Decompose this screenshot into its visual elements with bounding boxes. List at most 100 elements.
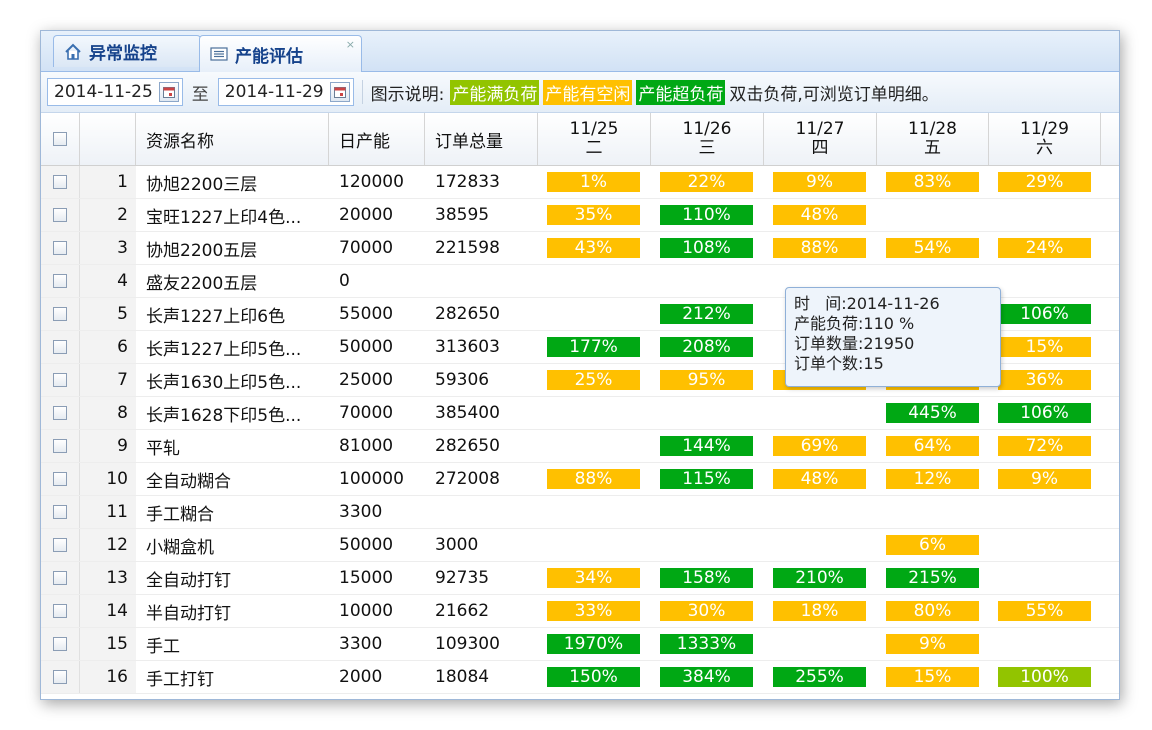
load-bar[interactable]: 34% <box>547 568 640 588</box>
load-cell[interactable]: 95% <box>651 364 764 396</box>
row-checkbox[interactable] <box>53 505 67 519</box>
load-bar[interactable]: 210% <box>773 568 866 588</box>
load-bar[interactable]: 150% <box>547 667 640 687</box>
load-bar[interactable]: 1333% <box>660 634 753 654</box>
load-bar[interactable]: 1970% <box>547 634 640 654</box>
row-checkbox-cell[interactable] <box>41 529 80 561</box>
load-bar[interactable]: 100% <box>998 667 1091 687</box>
load-cell[interactable]: 445% <box>877 397 989 429</box>
load-bar[interactable]: 83% <box>886 172 979 192</box>
load-cell[interactable]: 43% <box>538 232 651 264</box>
load-cell[interactable]: 208% <box>651 331 764 363</box>
load-bar[interactable]: 9% <box>773 172 866 192</box>
load-cell[interactable]: 144% <box>651 430 764 462</box>
col-header-day-3[interactable]: 11/27 四 <box>764 113 877 165</box>
load-cell[interactable]: 106% <box>989 397 1101 429</box>
load-bar[interactable]: 95% <box>660 370 753 390</box>
table-row[interactable]: 10 全自动糊合 100000 272008 88% 115% 48% 12% 9% <box>41 463 1119 496</box>
load-cell[interactable]: 80% <box>877 595 989 627</box>
table-row[interactable]: 13 全自动打钉 15000 92735 34% 158% 210% 215% <box>41 562 1119 595</box>
row-checkbox-cell[interactable] <box>41 331 80 363</box>
load-cell[interactable]: 33% <box>538 595 651 627</box>
load-bar[interactable]: 64% <box>886 436 979 456</box>
load-cell[interactable]: 83% <box>877 166 989 198</box>
col-header-daily-capacity[interactable]: 日产能 <box>329 113 425 165</box>
row-checkbox[interactable] <box>53 637 67 651</box>
load-cell[interactable]: 6% <box>877 529 989 561</box>
load-cell[interactable]: 384% <box>651 661 764 693</box>
table-row[interactable]: 3 协旭2200五层 70000 221598 43% 108% 88% 54% 24% <box>41 232 1119 265</box>
load-cell[interactable]: 1% <box>538 166 651 198</box>
table-row[interactable]: 12 小糊盒机 50000 3000 6% <box>41 529 1119 562</box>
load-bar[interactable]: 35% <box>547 205 640 225</box>
row-checkbox[interactable] <box>53 340 67 354</box>
table-row[interactable]: 2 宝旺1227上印4色... 20000 38595 35% 110% 48% <box>41 199 1119 232</box>
load-cell[interactable]: 158% <box>651 562 764 594</box>
table-row[interactable]: 8 长声1628下印5色... 70000 385400 445% 106% <box>41 397 1119 430</box>
load-bar[interactable]: 72% <box>998 436 1091 456</box>
load-bar[interactable]: 88% <box>773 238 866 258</box>
load-cell[interactable]: 15% <box>877 661 989 693</box>
row-checkbox[interactable] <box>53 472 67 486</box>
load-bar[interactable]: 36% <box>998 370 1091 390</box>
load-cell[interactable]: 210% <box>764 562 877 594</box>
load-cell[interactable]: 55% <box>989 595 1101 627</box>
load-bar[interactable]: 55% <box>998 601 1091 621</box>
row-checkbox[interactable] <box>53 307 67 321</box>
load-bar[interactable]: 18% <box>773 601 866 621</box>
load-bar[interactable]: 1% <box>547 172 640 192</box>
load-cell[interactable]: 36% <box>989 364 1101 396</box>
row-checkbox[interactable] <box>53 604 67 618</box>
load-cell[interactable]: 69% <box>764 430 877 462</box>
load-cell[interactable]: 88% <box>764 232 877 264</box>
load-cell[interactable]: 35% <box>538 199 651 231</box>
row-checkbox[interactable] <box>53 670 67 684</box>
table-row[interactable]: 15 手工 3300 109300 1970% 1333% 9% <box>41 628 1119 661</box>
load-bar[interactable]: 69% <box>773 436 866 456</box>
row-checkbox[interactable] <box>53 538 67 552</box>
load-bar[interactable]: 48% <box>773 205 866 225</box>
table-row[interactable]: 14 半自动打钉 10000 21662 33% 30% 18% 80% 55% <box>41 595 1119 628</box>
load-cell[interactable]: 108% <box>651 232 764 264</box>
load-bar[interactable]: 9% <box>886 634 979 654</box>
row-checkbox[interactable] <box>53 373 67 387</box>
load-bar[interactable]: 48% <box>773 469 866 489</box>
row-checkbox[interactable] <box>53 406 67 420</box>
load-cell[interactable]: 1970% <box>538 628 651 660</box>
load-bar[interactable]: 108% <box>660 238 753 258</box>
load-bar[interactable]: 22% <box>660 172 753 192</box>
load-cell[interactable]: 150% <box>538 661 651 693</box>
calendar-icon[interactable] <box>158 82 179 102</box>
load-bar[interactable]: 43% <box>547 238 640 258</box>
row-checkbox[interactable] <box>53 241 67 255</box>
load-cell[interactable]: 48% <box>764 463 877 495</box>
col-header-day-2[interactable]: 11/26 三 <box>651 113 764 165</box>
load-cell[interactable]: 54% <box>877 232 989 264</box>
load-cell[interactable]: 22% <box>651 166 764 198</box>
load-bar[interactable]: 54% <box>886 238 979 258</box>
load-cell[interactable]: 12% <box>877 463 989 495</box>
load-bar[interactable]: 6% <box>886 535 979 555</box>
row-checkbox-cell[interactable] <box>41 562 80 594</box>
row-checkbox-cell[interactable] <box>41 430 80 462</box>
row-checkbox-cell[interactable] <box>41 298 80 330</box>
load-bar[interactable]: 445% <box>886 403 979 423</box>
start-date-field[interactable]: 2014-11-25 <box>47 78 183 106</box>
row-checkbox[interactable] <box>53 175 67 189</box>
load-bar[interactable]: 80% <box>886 601 979 621</box>
load-cell[interactable]: 9% <box>989 463 1101 495</box>
load-bar[interactable]: 88% <box>547 469 640 489</box>
load-bar[interactable]: 158% <box>660 568 753 588</box>
load-bar[interactable]: 212% <box>660 304 753 324</box>
load-cell[interactable]: 25% <box>538 364 651 396</box>
load-cell[interactable]: 106% <box>989 298 1101 330</box>
row-checkbox-cell[interactable] <box>41 595 80 627</box>
row-checkbox-cell[interactable] <box>41 166 80 198</box>
load-cell[interactable]: 15% <box>989 331 1101 363</box>
col-header-day-1[interactable]: 11/25 二 <box>538 113 651 165</box>
load-cell[interactable]: 18% <box>764 595 877 627</box>
close-icon[interactable]: × <box>346 38 355 51</box>
load-cell[interactable]: 30% <box>651 595 764 627</box>
load-cell[interactable]: 115% <box>651 463 764 495</box>
row-checkbox-cell[interactable] <box>41 232 80 264</box>
